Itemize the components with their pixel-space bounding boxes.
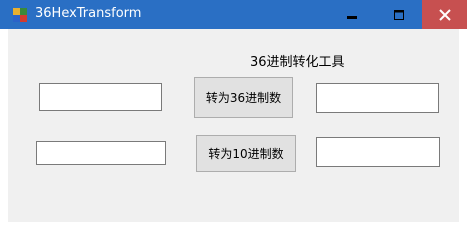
minimize-button[interactable]: [328, 0, 375, 29]
to-base10-button[interactable]: 转为10进制数: [196, 135, 296, 172]
minimize-icon: [346, 15, 357, 19]
window-title: 36HexTransform: [35, 6, 142, 21]
maximize-button[interactable]: [375, 0, 422, 29]
maximize-icon: [393, 9, 404, 20]
title-bar[interactable]: 36HexTransform: [0, 0, 467, 29]
to-base36-button[interactable]: 转为36进制数: [194, 77, 293, 118]
close-button[interactable]: [422, 0, 467, 29]
base36-output[interactable]: [316, 83, 439, 113]
app-window: 36HexTransform 36进制转化工具 转为36进制数 转为10进制数: [0, 0, 467, 222]
close-icon: [438, 8, 451, 21]
decimal-input[interactable]: [39, 83, 162, 111]
app-icon: [13, 8, 27, 22]
decimal-output[interactable]: [316, 137, 440, 167]
form-client-area: [8, 29, 459, 222]
base36-input[interactable]: [36, 141, 166, 165]
form-caption: 36进制转化工具: [250, 55, 345, 70]
